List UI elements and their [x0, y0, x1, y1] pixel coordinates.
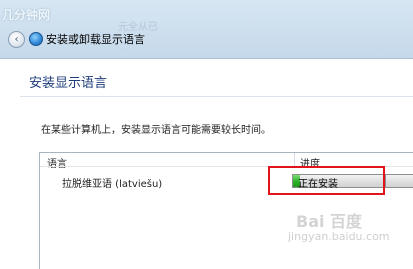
watermark-logo: 几分钟网: [2, 8, 51, 22]
back-button[interactable]: ‹: [8, 31, 25, 48]
window-title: 安装或卸载显示语言: [46, 33, 145, 46]
watermark-url: jingyan.baidu.com: [288, 230, 390, 243]
back-arrow-icon: ‹: [14, 34, 19, 45]
column-separator[interactable]: [294, 153, 295, 166]
progress-bar-tail: [386, 174, 413, 188]
page-description: 在某些计算机上，安装显示语言可能需要较长时间。: [41, 125, 271, 136]
page-heading: 安装显示语言: [29, 76, 108, 91]
watermark-baidu: Bai 百度: [296, 212, 363, 231]
table-row-language: 拉脱维亚语 (latviešu): [62, 179, 163, 190]
title-bar: [0, 0, 413, 59]
globe-icon: [29, 32, 43, 46]
highlight-annotation: [268, 166, 385, 195]
divider: [20, 96, 413, 97]
column-header-language[interactable]: 语言: [47, 155, 67, 170]
